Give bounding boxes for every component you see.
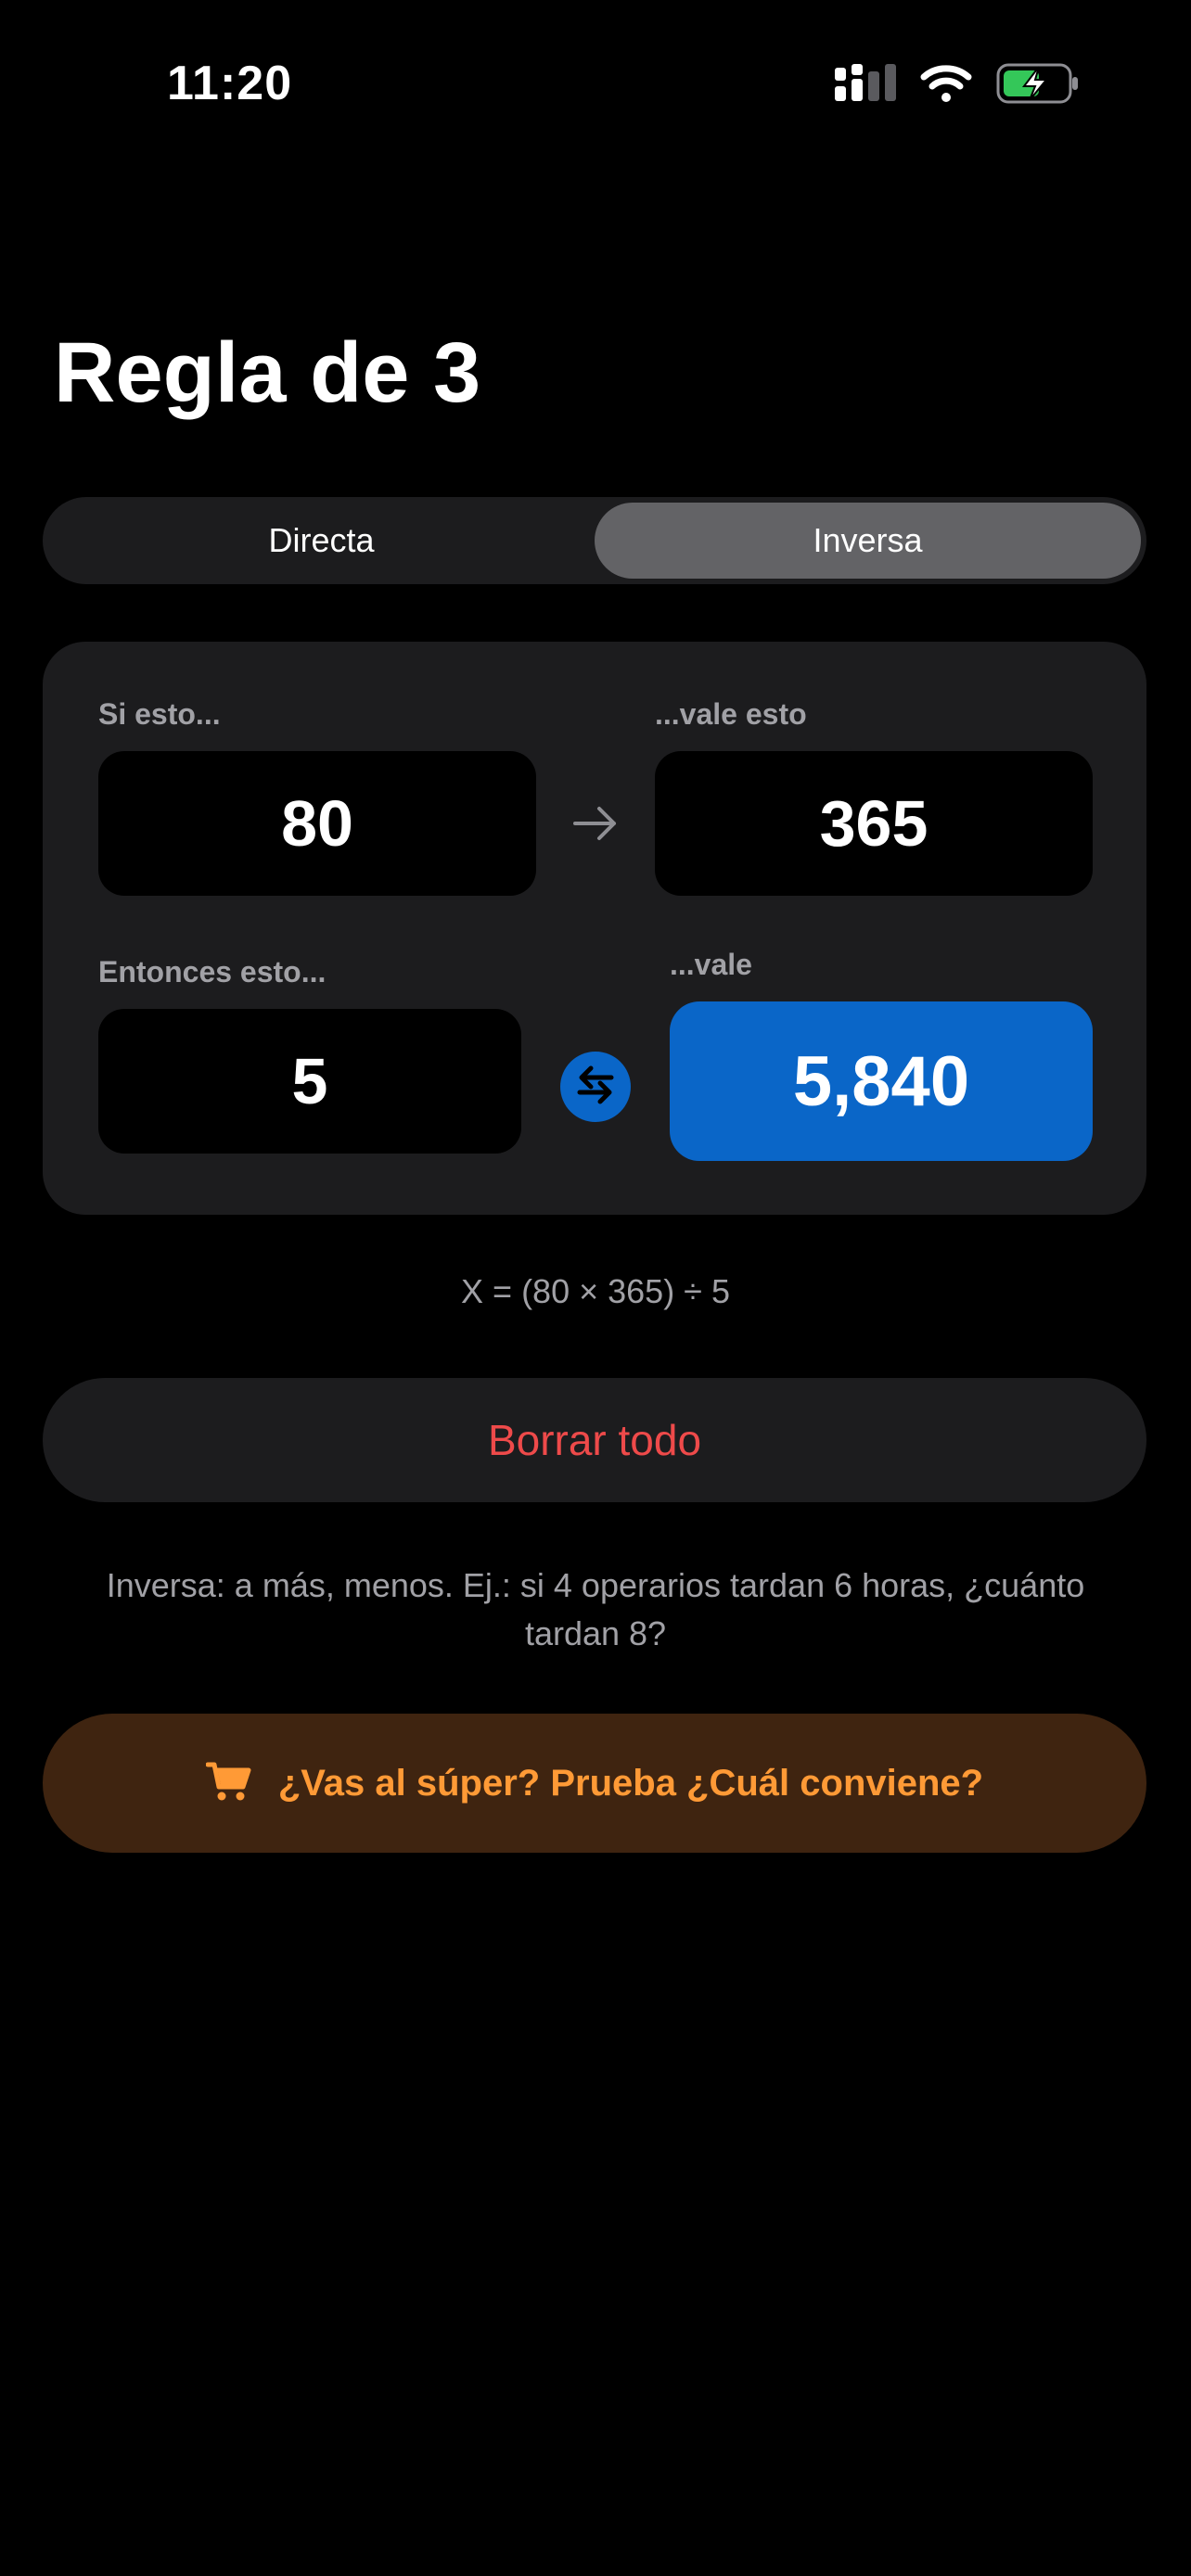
- result-label: ...vale: [670, 948, 752, 981]
- formula-text: X = (80 × 365) ÷ 5: [461, 1272, 730, 1310]
- status-bar: 11:20: [0, 0, 1191, 176]
- battery-charging-icon: [996, 63, 1080, 108]
- signal-icon: [835, 64, 896, 108]
- result-value: 5,840: [670, 1001, 1093, 1161]
- value-b-input[interactable]: 365: [655, 751, 1093, 896]
- value-a-label: Si esto...: [98, 697, 221, 731]
- status-icons: [835, 63, 1080, 108]
- calculator-card: Si esto... 80 ...vale esto 365 Entonces …: [43, 642, 1146, 1215]
- arrow-right-icon: [571, 805, 620, 847]
- wifi-icon: [920, 64, 972, 108]
- value-a-input[interactable]: 80: [98, 751, 536, 896]
- value-c-label: Entonces esto...: [98, 955, 327, 988]
- status-time: 11:20: [167, 57, 293, 110]
- promo-label: ¿Vas al súper? Prueba ¿Cuál conviene?: [277, 1762, 984, 1804]
- promo-button[interactable]: ¿Vas al súper? Prueba ¿Cuál conviene?: [43, 1714, 1146, 1853]
- value-b-label: ...vale esto: [655, 697, 807, 731]
- segment-inversa[interactable]: Inversa: [595, 503, 1141, 579]
- segment-directa[interactable]: Directa: [48, 503, 595, 579]
- clear-all-button[interactable]: Borrar todo: [43, 1378, 1146, 1502]
- value-c-input[interactable]: 5: [98, 1009, 521, 1154]
- cart-icon: [205, 1761, 252, 1806]
- mode-segmented-control: Directa Inversa: [43, 497, 1146, 584]
- swap-icon: [574, 1065, 617, 1110]
- page-title: Regla de 3: [54, 325, 481, 420]
- hint-text: Inversa: a más, menos. Ej.: si 4 operari…: [106, 1566, 1085, 1652]
- swap-button[interactable]: [560, 1052, 631, 1122]
